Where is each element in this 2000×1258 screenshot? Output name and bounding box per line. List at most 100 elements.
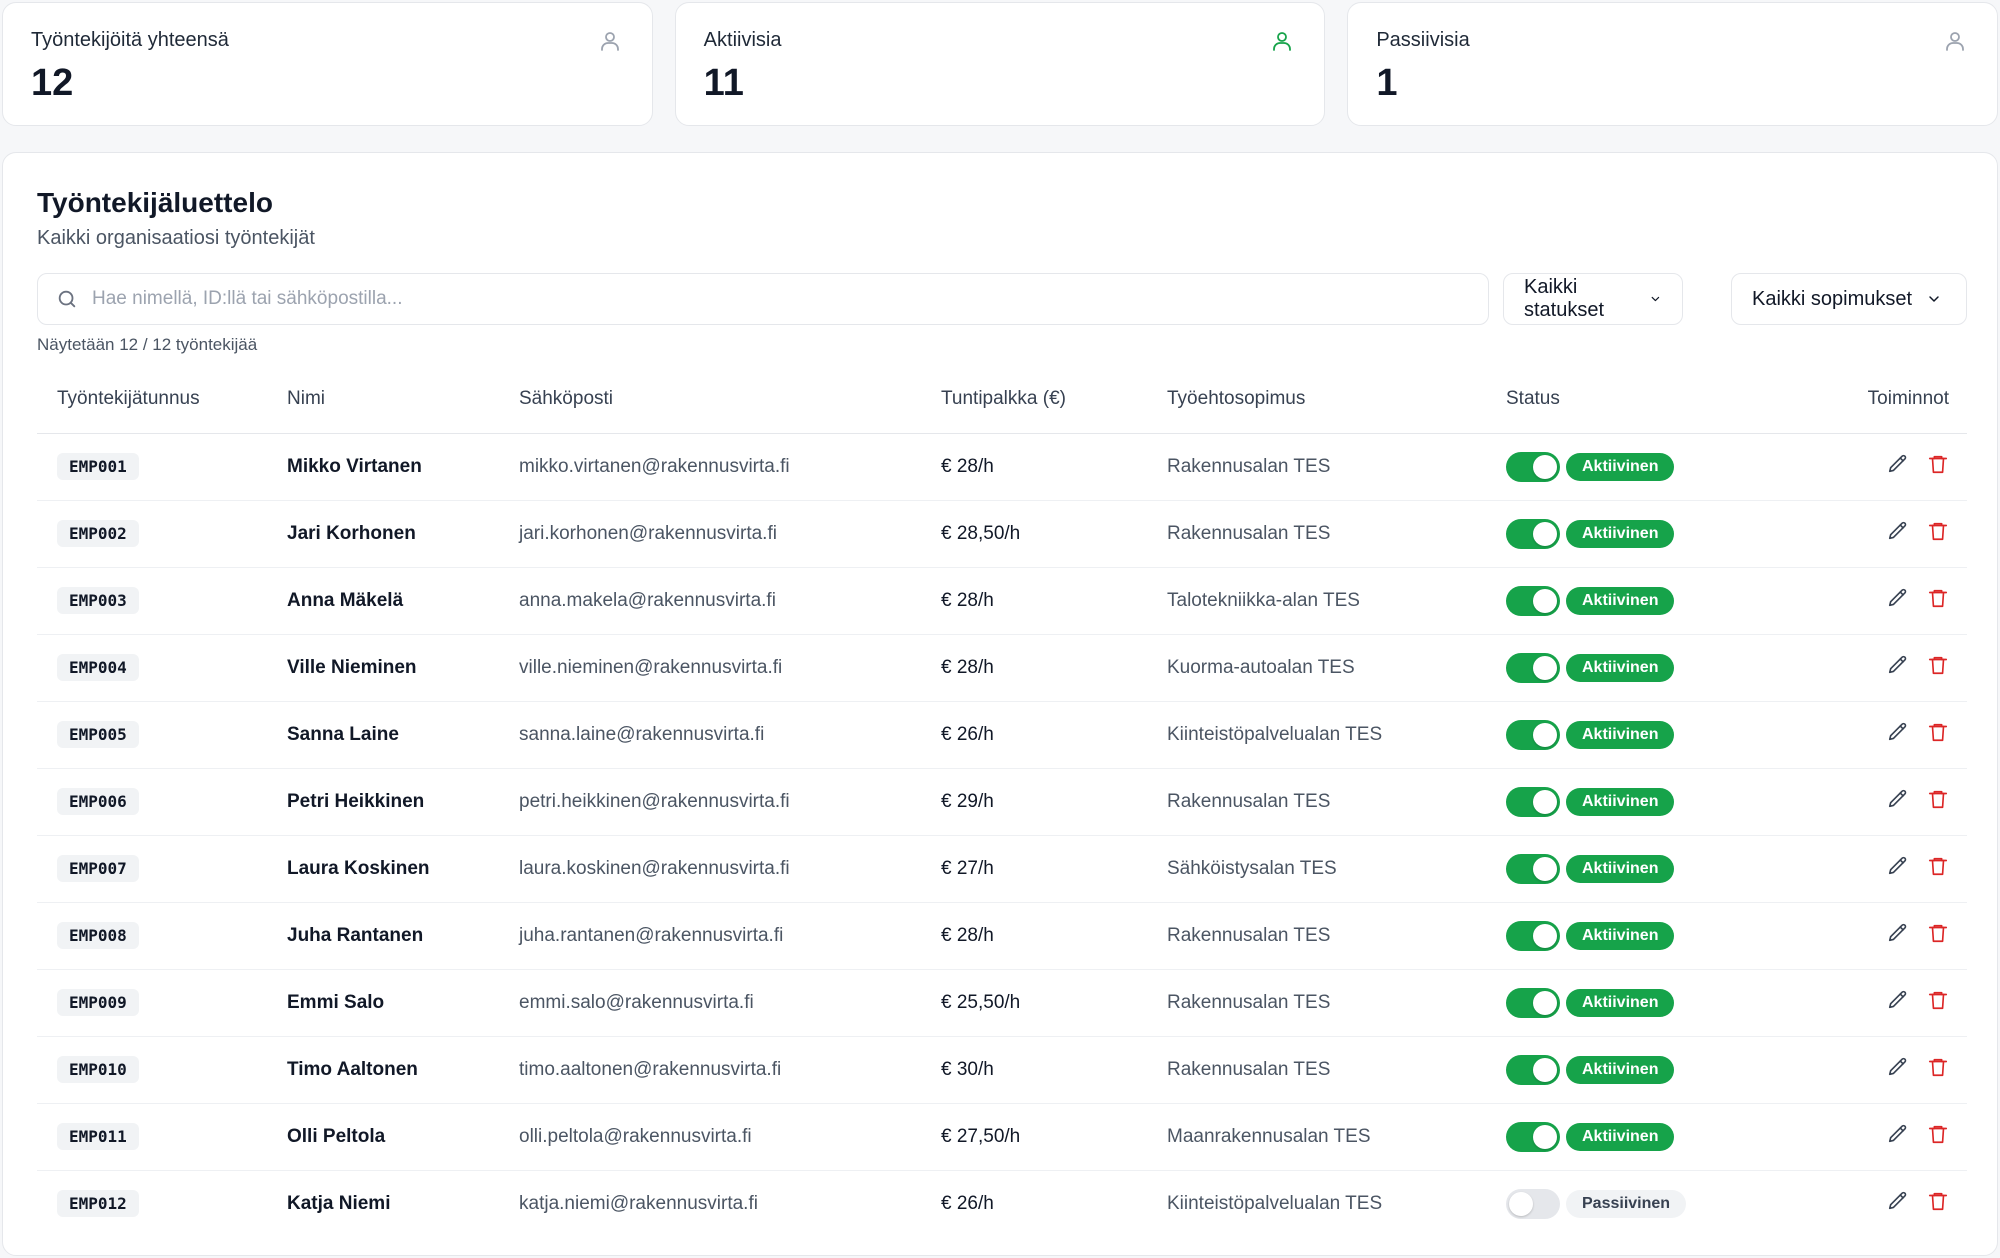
status-toggle[interactable] bbox=[1506, 1188, 1560, 1219]
edit-button[interactable] bbox=[1887, 721, 1909, 743]
status-toggle[interactable] bbox=[1506, 585, 1560, 616]
employee-contract: Kiinteistöpalvelualan TES bbox=[1167, 701, 1506, 769]
status-toggle[interactable] bbox=[1506, 853, 1560, 884]
trash-icon bbox=[1928, 1192, 1948, 1210]
column-header-contract: Työehtosopimus bbox=[1167, 365, 1506, 434]
user-icon bbox=[1946, 32, 1964, 51]
search-box[interactable] bbox=[37, 273, 1489, 325]
edit-button[interactable] bbox=[1887, 587, 1909, 609]
employee-name: Juha Rantanen bbox=[287, 902, 519, 970]
toggle-knob bbox=[1509, 1191, 1533, 1216]
stat-card-total: Työntekijöitä yhteensä 12 bbox=[2, 2, 653, 126]
table-body: EMP001 Mikko Virtanen mikko.virtanen@raken… bbox=[37, 433, 1967, 1237]
contract-filter-dropdown[interactable]: Kaikki sopimukset bbox=[1731, 273, 1967, 325]
status-toggle[interactable] bbox=[1506, 987, 1560, 1018]
status-toggle[interactable] bbox=[1506, 518, 1560, 549]
delete-button[interactable] bbox=[1927, 1056, 1949, 1078]
employee-status-cell: Aktiivinen bbox=[1506, 634, 1770, 702]
employee-id-cell: EMP005 bbox=[37, 701, 287, 769]
search-input[interactable] bbox=[92, 288, 1488, 310]
edit-button[interactable] bbox=[1887, 1190, 1909, 1212]
employee-name: Sanna Laine bbox=[287, 701, 519, 769]
employee-status-cell: Aktiivinen bbox=[1506, 433, 1770, 501]
table-row: EMP005 Sanna Laine sanna.laine@rakennusvir… bbox=[37, 701, 1967, 769]
employee-wage: € 28/h bbox=[941, 902, 1167, 970]
employee-wage: € 26/h bbox=[941, 1192, 994, 1214]
delete-button[interactable] bbox=[1927, 721, 1949, 743]
column-header-name: Nimi bbox=[287, 365, 519, 434]
employee-id-badge: EMP008 bbox=[57, 922, 139, 949]
employee-wage: € 29/h bbox=[941, 768, 1167, 836]
status-toggle[interactable] bbox=[1506, 1121, 1560, 1152]
toggle-knob bbox=[1533, 454, 1557, 479]
chevron-down-icon bbox=[1651, 296, 1660, 302]
employee-contract: Rakennusalan TES bbox=[1167, 433, 1506, 501]
status-toggle[interactable] bbox=[1506, 719, 1560, 750]
trash-icon bbox=[1928, 1058, 1948, 1076]
edit-button[interactable] bbox=[1887, 922, 1909, 944]
delete-button[interactable] bbox=[1927, 788, 1949, 810]
employee-contract: Rakennusalan TES bbox=[1167, 1036, 1506, 1104]
delete-button[interactable] bbox=[1927, 855, 1949, 877]
edit-button[interactable] bbox=[1887, 855, 1909, 877]
employee-id-cell: EMP010 bbox=[37, 1036, 287, 1104]
edit-button[interactable] bbox=[1887, 989, 1909, 1011]
employee-actions-cell bbox=[1770, 1103, 1967, 1171]
employee-email: juha.rantanen@rakennusvirta.fi bbox=[519, 902, 941, 970]
employee-status-cell: Aktiivinen bbox=[1506, 701, 1770, 769]
stat-value: 11 bbox=[703, 62, 744, 104]
employee-status-cell: Aktiivinen bbox=[1506, 969, 1770, 1037]
employee-actions-cell bbox=[1770, 433, 1967, 501]
edit-button[interactable] bbox=[1887, 453, 1909, 475]
delete-button[interactable] bbox=[1927, 453, 1949, 475]
edit-button[interactable] bbox=[1887, 1056, 1909, 1078]
delete-button[interactable] bbox=[1927, 922, 1949, 944]
toggle-knob bbox=[1533, 655, 1557, 680]
delete-button[interactable] bbox=[1927, 587, 1949, 609]
employee-status-cell: Aktiivinen bbox=[1506, 500, 1770, 568]
trash-icon bbox=[1928, 857, 1948, 875]
status-filter-dropdown[interactable]: Kaikki statukset bbox=[1503, 273, 1683, 325]
status-filter-label: Kaikki statukset bbox=[1524, 276, 1605, 321]
employee-name: Ville Nieminen bbox=[287, 634, 519, 702]
status-toggle[interactable] bbox=[1506, 920, 1560, 951]
delete-button[interactable] bbox=[1927, 1123, 1949, 1145]
table-row: EMP007 Laura Koskinen laura.koskinen@raken… bbox=[37, 835, 1967, 903]
status-toggle[interactable] bbox=[1506, 652, 1560, 683]
employee-id-cell: EMP006 bbox=[37, 768, 287, 836]
stat-card-active: Aktiivisia 11 bbox=[674, 2, 1326, 126]
toggle-knob bbox=[1533, 923, 1557, 948]
pencil-icon bbox=[1888, 1124, 1907, 1142]
toggle-knob bbox=[1533, 789, 1557, 814]
trash-icon bbox=[1928, 589, 1948, 607]
employee-name: Katja Niemi bbox=[287, 1192, 391, 1214]
delete-button[interactable] bbox=[1927, 1190, 1949, 1212]
table-header-row: Työntekijätunnus Nimi Sähköposti Tuntipa… bbox=[37, 365, 1967, 434]
status-toggle[interactable] bbox=[1506, 451, 1560, 482]
result-count: Näytetään 12 / 12 työntekijää bbox=[37, 335, 258, 354]
edit-button[interactable] bbox=[1887, 788, 1909, 810]
table-row: EMP009 Emmi Salo emmi.salo@rakennusvirta.f… bbox=[37, 969, 1967, 1037]
employee-name: Petri Heikkinen bbox=[287, 768, 519, 836]
status-toggle[interactable] bbox=[1506, 1054, 1560, 1085]
delete-button[interactable] bbox=[1927, 520, 1949, 542]
table-row: EMP010 Timo Aaltonen timo.aaltonen@rakennu… bbox=[37, 1036, 1967, 1104]
employee-actions-cell bbox=[1770, 1036, 1967, 1104]
delete-button[interactable] bbox=[1927, 654, 1949, 676]
employee-id-badge: EMP012 bbox=[57, 1190, 139, 1218]
employee-name: Jari Korhonen bbox=[287, 500, 519, 568]
employee-id-badge: EMP006 bbox=[57, 788, 139, 815]
edit-button[interactable] bbox=[1887, 1123, 1909, 1145]
status-toggle[interactable] bbox=[1506, 786, 1560, 817]
employee-name: Timo Aaltonen bbox=[287, 1036, 519, 1104]
edit-button[interactable] bbox=[1887, 520, 1909, 542]
status-badge: Aktiivinen bbox=[1566, 787, 1675, 816]
stat-value: 12 bbox=[31, 62, 74, 104]
trash-icon bbox=[1928, 455, 1948, 473]
employee-id-badge: EMP010 bbox=[57, 1056, 139, 1083]
table-row: EMP011 Olli Peltola olli.peltola@rakennusv… bbox=[37, 1103, 1967, 1171]
employee-wage: € 26/h bbox=[941, 701, 1167, 769]
toggle-knob bbox=[1533, 990, 1557, 1015]
edit-button[interactable] bbox=[1887, 654, 1909, 676]
delete-button[interactable] bbox=[1927, 989, 1949, 1011]
